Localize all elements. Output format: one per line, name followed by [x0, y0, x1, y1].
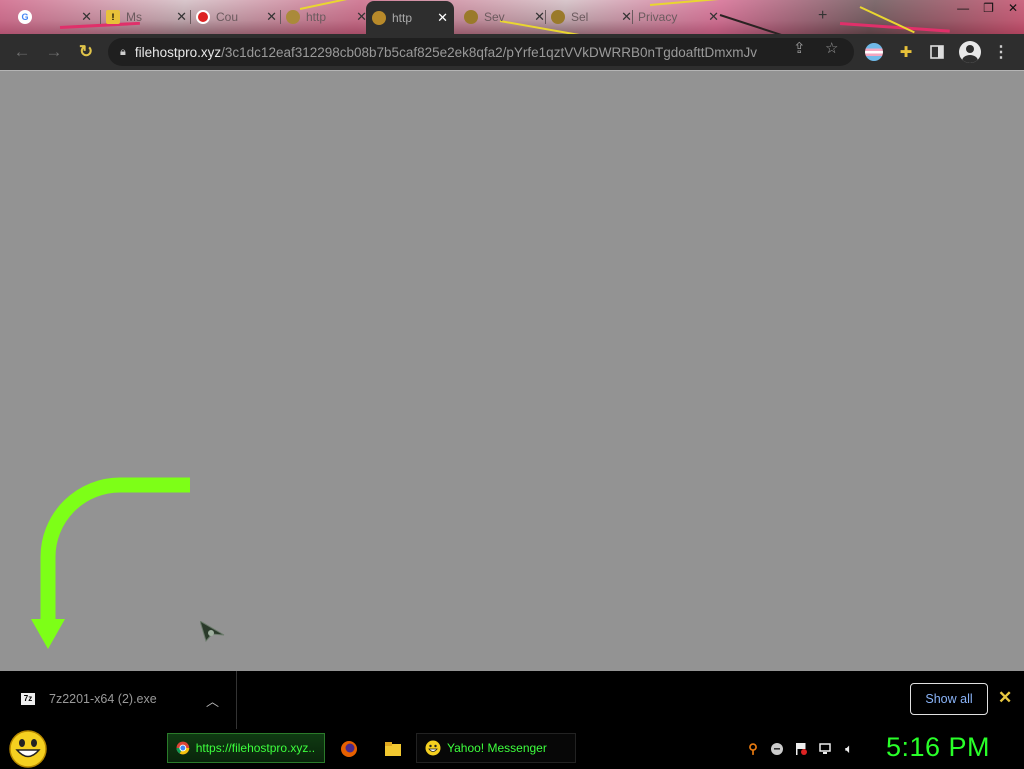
- file-explorer-icon[interactable]: [383, 739, 403, 759]
- taskbar-chrome-button[interactable]: https://filehostpro.xyz...: [167, 733, 325, 763]
- taskbar: https://filehostpro.xyz... Yahoo! Messen…: [0, 729, 1024, 768]
- tab-title: Sev: [484, 10, 505, 24]
- start-smiley-icon[interactable]: [8, 729, 48, 769]
- forward-arrow-icon[interactable]: →: [44, 42, 64, 62]
- url-host: filehostpro.xyz: [134, 44, 222, 60]
- menu-kebab-icon[interactable]: ⋮: [990, 41, 1012, 63]
- taskbar-yahoo-label: Yahoo! Messenger: [447, 741, 547, 755]
- action-center-flag-icon[interactable]: [793, 741, 809, 757]
- download-file-name: 7z2201-x64 (2).exe: [49, 692, 157, 706]
- restore-icon[interactable]: ❐: [983, 1, 994, 15]
- opera-icon: [196, 10, 210, 24]
- chrome-icon: [176, 741, 190, 755]
- close-tab-icon[interactable]: ✕: [437, 10, 448, 26]
- tab-privacy[interactable]: Privacy ✕: [632, 6, 725, 28]
- tab-title: Sel: [571, 10, 589, 24]
- page-icon: [286, 10, 300, 24]
- close-tab-icon[interactable]: ✕: [621, 9, 632, 25]
- extensions-puzzle-icon[interactable]: ✚: [895, 41, 917, 63]
- close-tab-icon[interactable]: ✕: [176, 9, 187, 25]
- minimize-icon[interactable]: —: [957, 1, 969, 15]
- taskbar-clock[interactable]: 5:16 PM: [886, 732, 990, 763]
- lock-icon[interactable]: 🔒︎: [120, 46, 126, 59]
- globe-icon: [372, 10, 386, 25]
- close-tab-icon[interactable]: ✕: [266, 9, 277, 25]
- theme-decoration: [719, 14, 797, 34]
- messenger-tray-icon[interactable]: [769, 741, 785, 757]
- close-tab-icon[interactable]: ✕: [81, 9, 92, 25]
- taskbar-chrome-label: https://filehostpro.xyz...: [195, 741, 316, 755]
- tab-sel[interactable]: Sel ✕: [545, 6, 638, 28]
- network-icon[interactable]: [817, 741, 833, 757]
- address-bar[interactable]: 🔒︎ filehostpro.xyz/3c1dc12eaf312298cb08b…: [108, 38, 854, 66]
- search-icon[interactable]: ⚲: [745, 741, 761, 757]
- tab-sev[interactable]: Sev ✕: [458, 6, 551, 28]
- globe-icon: [551, 10, 565, 24]
- tab-ms[interactable]: ! Ms ✕: [100, 6, 193, 28]
- yahoo-messenger-icon: [425, 740, 441, 756]
- back-arrow-icon[interactable]: ←: [12, 42, 32, 62]
- close-tab-icon[interactable]: ✕: [534, 9, 545, 25]
- reload-icon[interactable]: ↻: [76, 42, 96, 62]
- new-tab-button[interactable]: +: [818, 7, 827, 25]
- tab-http-1[interactable]: http ✕: [280, 6, 373, 28]
- google-icon: G: [18, 10, 32, 24]
- download-shelf: 7z 7z2201-x64 (2).exe ︿ Show all ✕: [0, 671, 1024, 729]
- tab-title: Privacy: [638, 10, 678, 24]
- theme-decoration: [859, 6, 915, 34]
- 7zip-file-icon: 7z: [21, 693, 35, 705]
- tab-title: Cou: [216, 10, 239, 24]
- warning-icon: !: [106, 10, 120, 24]
- globe-icon: [464, 10, 478, 24]
- volume-icon[interactable]: 🔈︎: [841, 741, 857, 757]
- tab-google[interactable]: G ✕: [12, 6, 98, 28]
- profile-flag-icon[interactable]: [865, 43, 883, 61]
- browser-toolbar: ← → ↻ 🔒︎ filehostpro.xyz/3c1dc12eaf31229…: [0, 34, 1024, 70]
- tab-title: http: [306, 10, 327, 24]
- download-item[interactable]: 7z 7z2201-x64 (2).exe ︿: [0, 671, 237, 729]
- tab-cou[interactable]: Cou ✕: [190, 6, 283, 28]
- taskbar-yahoo-messenger-button[interactable]: Yahoo! Messenger: [416, 733, 576, 763]
- chevron-up-icon[interactable]: ︿: [206, 691, 219, 710]
- share-icon[interactable]: ⇪: [793, 39, 806, 57]
- profile-avatar-icon[interactable]: [959, 41, 981, 63]
- bookmark-star-icon[interactable]: ☆: [825, 39, 838, 57]
- firefox-icon[interactable]: [339, 739, 359, 759]
- window-controls: — ❐ ✕: [957, 1, 1018, 15]
- mouse-cursor-icon: [200, 621, 225, 643]
- show-all-button[interactable]: Show all: [910, 683, 988, 715]
- side-panel-icon[interactable]: [926, 41, 948, 63]
- tab-strip: G ✕ ! Ms ✕ Cou ✕ http ✕ http ✕ Sev ✕ Sel…: [0, 0, 1024, 34]
- close-window-icon[interactable]: ✕: [1008, 1, 1018, 15]
- tab-title: http: [392, 10, 413, 25]
- tab-http-active[interactable]: http ✕: [366, 1, 454, 34]
- close-download-bar-icon[interactable]: ✕: [998, 688, 1012, 708]
- url-path: /3c1dc12eaf312298cb08b7b5caf825e2ek8qfa2…: [221, 44, 757, 60]
- close-tab-icon[interactable]: ✕: [708, 9, 719, 25]
- tab-title: Ms: [126, 10, 142, 24]
- page-content: [0, 70, 1024, 671]
